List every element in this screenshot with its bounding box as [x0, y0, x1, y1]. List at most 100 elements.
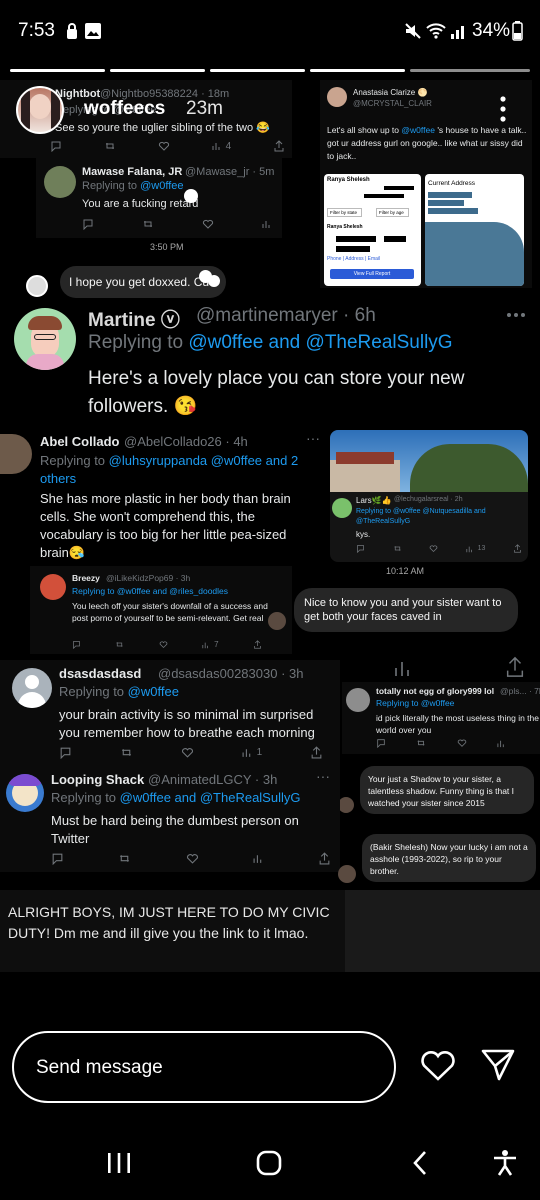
- tweet-author: Looping Shack: [51, 772, 145, 787]
- retweet-icon[interactable]: [120, 746, 133, 759]
- tweet-replying[interactable]: Replying to @w0ffee @Nutquesadilla and @…: [356, 507, 524, 527]
- views-value: 4: [225, 140, 232, 152]
- share-icon[interactable]: [253, 640, 262, 649]
- share-icon[interactable]: [273, 140, 285, 152]
- views-value: 1: [256, 747, 263, 758]
- tweet-author: totally not egg of glory999 lol: [376, 686, 495, 696]
- tweet-author: Breezy: [72, 573, 100, 583]
- story-avatar[interactable]: [16, 86, 64, 134]
- send-message-input[interactable]: Send message: [12, 1031, 396, 1103]
- story-progress-5: [410, 69, 530, 72]
- tweet-replying[interactable]: Replying to @w0ffee and @riles_doodles: [72, 586, 228, 596]
- like-icon[interactable]: [181, 746, 194, 759]
- retweet-icon[interactable]: [142, 218, 154, 230]
- share-icon[interactable]: [318, 852, 331, 865]
- reply-icon[interactable]: [51, 852, 64, 865]
- tweet-replying[interactable]: Replying to @w0ffee: [376, 698, 454, 708]
- tweet-replying: Replying to @luhsyruppanda @w0ffee and 2…: [40, 453, 299, 486]
- tweet-text: your brain activity is so minimal im sur…: [59, 707, 315, 740]
- views-count[interactable]: 7: [202, 640, 219, 649]
- views-value: 7: [214, 640, 219, 649]
- like-icon[interactable]: [457, 738, 467, 748]
- tweet-mawase: Mawase Falana, JR @Mawase_jr · 5m Replyi…: [36, 158, 282, 238]
- tweet-handle: @Mawase_jr · 5m: [185, 166, 275, 178]
- reply-icon[interactable]: [50, 140, 62, 152]
- share-icon[interactable]: [504, 656, 526, 678]
- redaction-bar: [384, 236, 406, 242]
- avatar: [6, 774, 44, 812]
- send-message-placeholder: Send message: [36, 1057, 163, 1078]
- avatar: [12, 668, 52, 708]
- more-icon[interactable]: ···: [306, 430, 320, 446]
- home-icon[interactable]: [256, 1150, 282, 1176]
- tweet-text: She has more plastic in her body than br…: [40, 491, 291, 560]
- like-icon[interactable]: [429, 544, 438, 553]
- dm-timestamp: 10:12 AM: [386, 566, 425, 576]
- reply-icon[interactable]: [376, 738, 386, 748]
- reply-icon[interactable]: [59, 746, 72, 759]
- story-progress-3: [210, 69, 305, 72]
- heart-icon[interactable]: [420, 1050, 456, 1082]
- views-count[interactable]: 1: [242, 746, 263, 759]
- tweet-replying: Replying to @w0ffee and @TheRealSullyG: [51, 790, 301, 805]
- share-icon[interactable]: [310, 746, 323, 759]
- lock-icon: [66, 22, 78, 40]
- reply-icon[interactable]: [356, 544, 365, 553]
- tweet-actions: 13: [356, 544, 522, 553]
- send-icon[interactable]: [480, 1048, 516, 1082]
- retweet-icon[interactable]: [104, 140, 116, 152]
- avatar: [332, 498, 352, 518]
- view-full-report-button[interactable]: View Full Report: [330, 269, 414, 279]
- share-icon[interactable]: [513, 544, 522, 553]
- tweet-actions: [82, 218, 272, 230]
- views-count[interactable]: 4: [212, 140, 232, 152]
- doc-name-2: Ranya Shelesh: [327, 224, 363, 230]
- accessibility-icon[interactable]: [492, 1149, 518, 1177]
- like-icon[interactable]: [159, 640, 168, 649]
- story-username[interactable]: woffeecs: [84, 98, 165, 120]
- redaction-bar: [428, 200, 464, 206]
- reply-icon[interactable]: [72, 640, 81, 649]
- retweet-icon[interactable]: [393, 544, 402, 553]
- filter-state: Filter by state: [327, 208, 363, 217]
- like-icon[interactable]: [202, 218, 214, 230]
- views-count[interactable]: 13: [466, 544, 485, 553]
- story-progress-1: [10, 69, 105, 72]
- views-icon[interactable]: [497, 738, 506, 748]
- retweet-icon[interactable]: [118, 852, 131, 865]
- tweet-handle: @iLikeKidzPop69 · 3h: [106, 573, 191, 583]
- tweet-handle: @lechugalarsreal · 2h: [394, 496, 463, 503]
- more-icon[interactable]: [506, 312, 526, 318]
- tweet-actions: 4: [50, 140, 285, 152]
- like-icon[interactable]: [158, 140, 170, 152]
- tweet-replying: Replying to @w0ffee and @TheRealSullyG: [88, 332, 453, 353]
- recent-apps-icon[interactable]: [106, 1151, 132, 1175]
- dm-avatar: [338, 797, 354, 813]
- views-icon[interactable]: [394, 658, 414, 678]
- wifi-icon: [426, 22, 446, 40]
- tweet-martine: Martine ⓥ @martinemaryer · 6h Replying t…: [0, 300, 540, 428]
- tweet-text: You are a fucking retard: [82, 198, 199, 210]
- like-icon[interactable]: [186, 852, 199, 865]
- tweet-replying: Replying to @w0ffee: [59, 684, 179, 699]
- tweet-text: You leech off your sister's downfall of …: [72, 601, 268, 623]
- views-icon[interactable]: [262, 218, 272, 230]
- story-caption: ALRIGHT BOYS, IM JUST HERE TO DO MY CIVI…: [8, 904, 330, 941]
- retweet-icon[interactable]: [115, 640, 124, 649]
- redaction-bar: [336, 246, 370, 252]
- more-icon[interactable]: ···: [316, 768, 330, 784]
- tweet-text: Let's all show up to @w0ffee 's house to…: [327, 125, 527, 161]
- reply-icon[interactable]: [82, 218, 94, 230]
- story-progress-2: [110, 69, 205, 72]
- retweet-icon[interactable]: [416, 738, 426, 748]
- right-panel: [345, 890, 540, 972]
- tweet-actions: 1: [59, 746, 323, 759]
- views-icon[interactable]: [253, 852, 264, 865]
- sticker-dots: [199, 270, 221, 287]
- back-icon[interactable]: [410, 1150, 430, 1176]
- tweet-text: See so youre the uglier sibling of the t…: [55, 122, 270, 134]
- more-options-icon[interactable]: [499, 96, 507, 122]
- redaction-bar: [336, 236, 376, 242]
- story-progress-4: [310, 69, 405, 72]
- tweet-handle: @martinemaryer · 6h: [196, 305, 376, 326]
